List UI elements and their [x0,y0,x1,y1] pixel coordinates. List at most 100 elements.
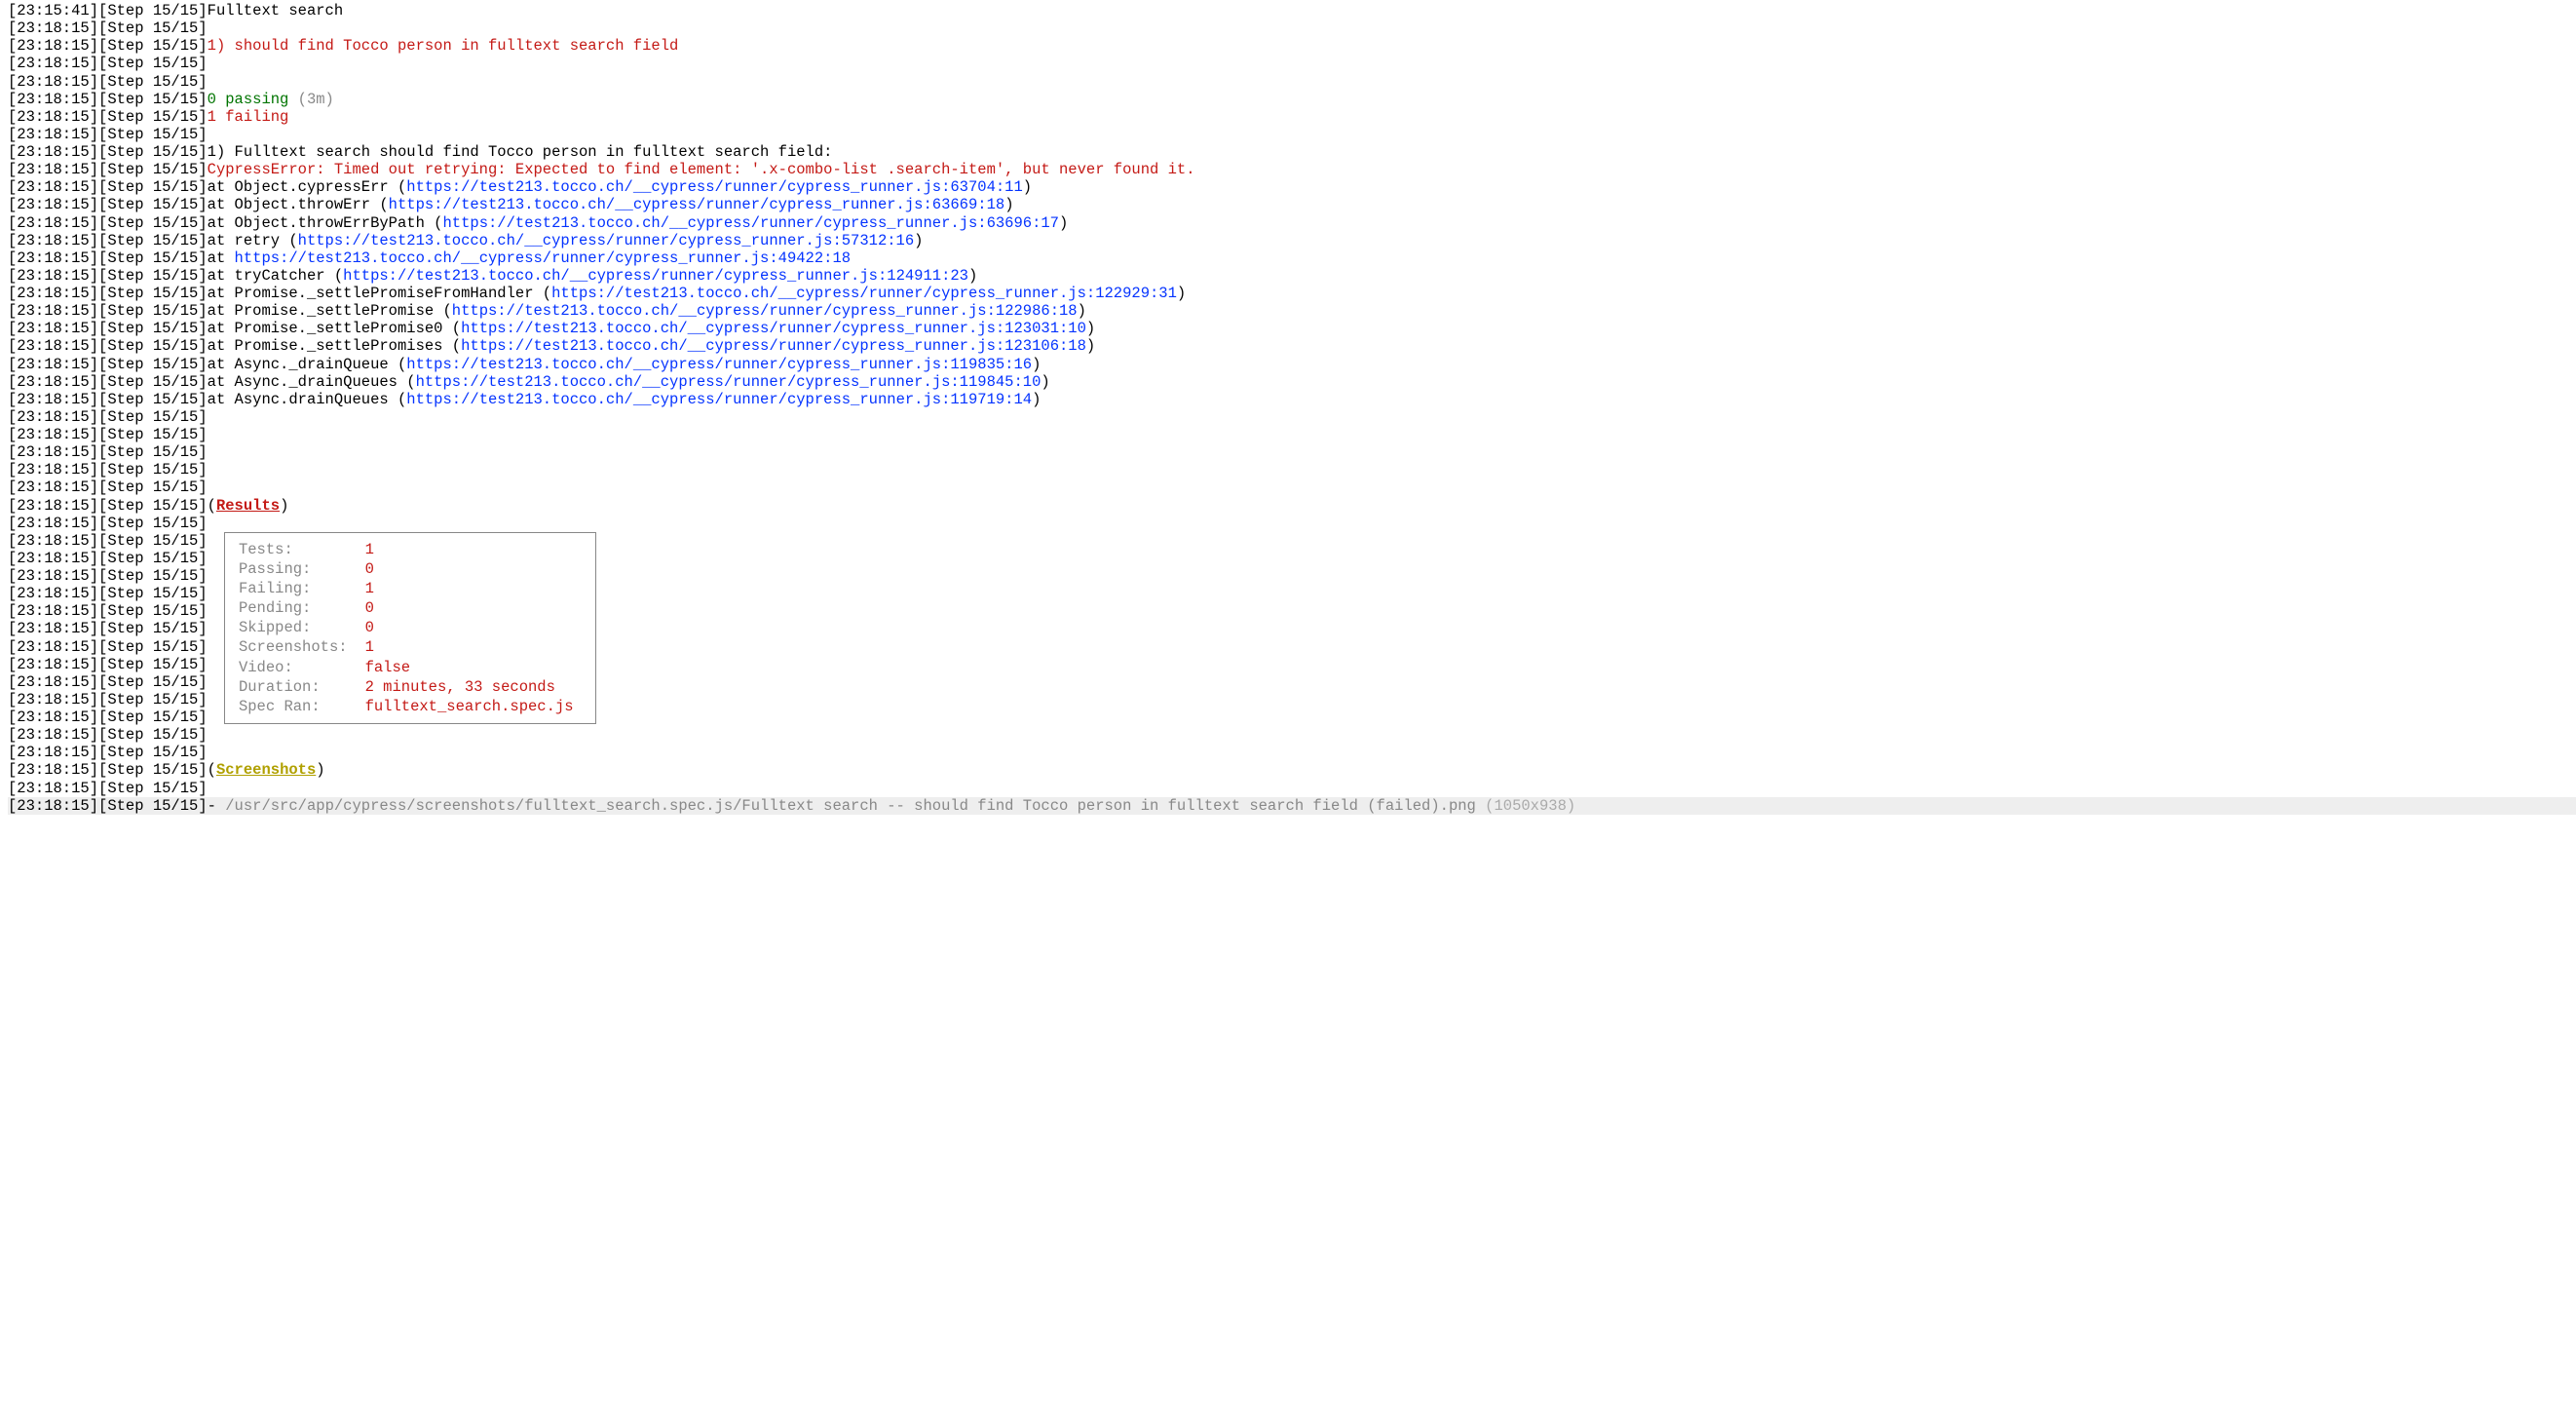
suite-title: Fulltext search [208,2,344,19]
log-line: [23:18:15] [Step 15/15] at Object.throwE… [8,196,2576,213]
log-line: [23:18:15] [Step 15/15] [8,780,2576,797]
stack-frame-prefix: at Promise._settlePromiseFromHandler ( [208,285,551,302]
results-value: 0 [358,560,582,578]
log-line: [23:18:15] [Step 15/15] at Promise._sett… [8,337,2576,355]
stack-frame-suffix: ) [1059,214,1068,232]
results-row: Failing:1 [239,580,582,597]
stack-frame-url[interactable]: https://test213.tocco.ch/__cypress/runne… [416,373,1042,391]
log-content: at Promise._settlePromise0 (https://test… [208,320,1096,337]
stack-frame-url[interactable]: https://test213.tocco.ch/__cypress/runne… [298,232,915,249]
log-line: [23:18:15] [Step 15/15] [8,73,2576,91]
results-value: 0 [358,599,582,617]
failing-count: 1 failing [208,108,289,126]
log-content: at Object.throwErrByPath (https://test21… [208,214,1069,232]
results-label: Pending: [239,599,356,617]
log-content: Fulltext search [208,2,344,19]
results-value: false [358,659,582,676]
stack-frame-suffix: ) [1032,356,1041,373]
timestamp: [23:18:15] [8,285,98,302]
step-counter: [Step 15/15] [98,797,208,815]
stack-frame-suffix: ) [914,232,923,249]
step-counter: [Step 15/15] [98,443,208,461]
stack-frame-suffix: ) [1032,391,1041,408]
results-label: Video: [239,659,356,676]
results-value: 2 minutes, 33 seconds [358,678,582,696]
log-content: at Async._drainQueues (https://test213.t… [208,373,1050,391]
stack-frame-prefix: at tryCatcher ( [208,267,344,285]
stack-frame-url[interactable]: https://test213.tocco.ch/__cypress/runne… [461,320,1086,337]
stack-frame-prefix: at Object.throwErr ( [208,196,389,213]
stack-frame-prefix: at [208,249,235,267]
timestamp: [23:18:15] [8,214,98,232]
log-line: [23:18:15] [Step 15/15] [8,744,2576,761]
screenshot-dimensions: (1050x938) [1485,797,1575,815]
step-counter: [Step 15/15] [98,761,208,779]
results-row: Screenshots:1 [239,638,582,656]
timestamp: [23:18:15] [8,126,98,143]
stack-frame-suffix: ) [1004,196,1013,213]
log-line: [23:18:15] [Step 15/15] [8,55,2576,72]
step-counter: [Step 15/15] [98,550,208,567]
log-content: at Async._drainQueue (https://test213.to… [208,356,1042,373]
stack-frame-url[interactable]: https://test213.tocco.ch/__cypress/runne… [406,356,1032,373]
step-counter: [Step 15/15] [98,479,208,496]
stack-frame-url[interactable]: https://test213.tocco.ch/__cypress/runne… [442,214,1059,232]
passing-count: 0 passing [208,91,298,108]
stack-frame-url[interactable]: https://test213.tocco.ch/__cypress/runne… [406,391,1032,408]
log-content: at Promise._settlePromiseFromHandler (ht… [208,285,1187,302]
log-line: [23:18:15] [Step 15/15] [8,443,2576,461]
stack-frame-url[interactable]: https://test213.tocco.ch/__cypress/runne… [551,285,1177,302]
timestamp: [23:18:15] [8,620,98,637]
step-counter: [Step 15/15] [98,602,208,620]
step-counter: [Step 15/15] [98,356,208,373]
step-counter: [Step 15/15] [98,744,208,761]
timestamp: [23:18:15] [8,232,98,249]
step-counter: [Step 15/15] [98,726,208,744]
log-content: at Object.throwErr (https://test213.tocc… [208,196,1014,213]
step-counter: [Step 15/15] [98,515,208,532]
step-counter: [Step 15/15] [98,691,208,708]
bullet: - [208,797,226,815]
stack-frame-prefix: at Async.drainQueues ( [208,391,407,408]
timestamp: [23:18:15] [8,337,98,355]
stack-frame-suffix: ) [1086,337,1095,355]
log-line: [23:18:15] [Step 15/15] at Async._drainQ… [8,373,2576,391]
stack-frame-url[interactable]: https://test213.tocco.ch/__cypress/runne… [406,178,1023,196]
log-line: [23:18:15] [Step 15/15] [8,408,2576,426]
step-counter: [Step 15/15] [98,55,208,72]
step-counter: [Step 15/15] [98,302,208,320]
step-counter: [Step 15/15] [98,461,208,479]
timestamp: [23:18:15] [8,320,98,337]
results-label: Passing: [239,560,356,578]
results-value: 1 [358,638,582,656]
timestamp: [23:18:15] [8,443,98,461]
stack-frame-url[interactable]: https://test213.tocco.ch/__cypress/runne… [452,302,1078,320]
stack-frame-suffix: ) [1086,320,1095,337]
log-line: [23:18:15] [Step 15/15] [8,426,2576,443]
stack-frame-url[interactable]: https://test213.tocco.ch/__cypress/runne… [235,249,852,267]
results-row: Tests:1 [239,541,582,558]
log-line: [23:18:15] [Step 15/15] CypressError: Ti… [8,161,2576,178]
log-content: 1) Fulltext search should find Tocco per… [208,143,833,161]
log-line: [23:18:15] [Step 15/15] 1) Fulltext sear… [8,143,2576,161]
step-counter: [Step 15/15] [98,285,208,302]
log-content: 0 passing (3m) [208,91,334,108]
timestamp: [23:18:15] [8,673,98,691]
results-value: 1 [358,541,582,558]
stack-frame-url[interactable]: https://test213.tocco.ch/__cypress/runne… [343,267,968,285]
stack-frame-prefix: at Promise._settlePromises ( [208,337,461,355]
timestamp: [23:18:15] [8,391,98,408]
results-heading: Results [216,497,280,515]
log-line: [23:18:15] [Step 15/15] at Promise._sett… [8,285,2576,302]
timestamp: [23:18:15] [8,356,98,373]
timestamp: [23:18:15] [8,426,98,443]
step-counter: [Step 15/15] [98,567,208,585]
stack-frame-url[interactable]: https://test213.tocco.ch/__cypress/runne… [389,196,1005,213]
step-counter: [Step 15/15] [98,780,208,797]
passing-time: (3m) [298,91,334,108]
log-content: at tryCatcher (https://test213.tocco.ch/… [208,267,978,285]
stack-frame-url[interactable]: https://test213.tocco.ch/__cypress/runne… [461,337,1086,355]
paren: ) [316,761,324,779]
stack-frame-prefix: at Async._drainQueue ( [208,356,407,373]
timestamp: [23:18:15] [8,708,98,726]
